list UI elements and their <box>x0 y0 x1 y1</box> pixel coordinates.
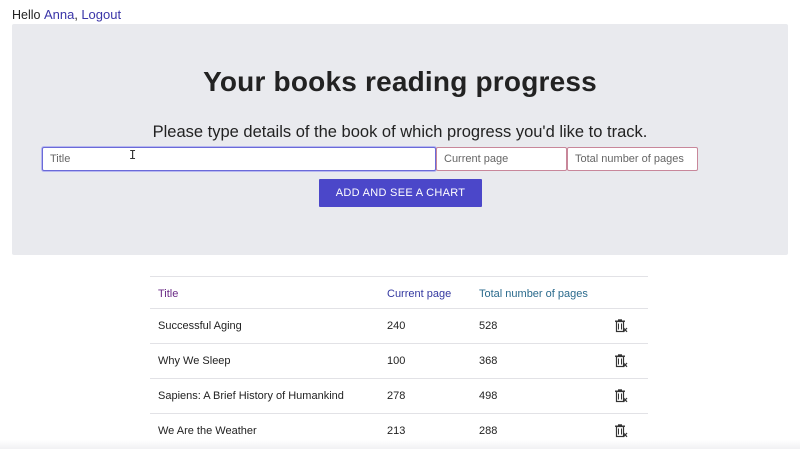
book-title-cell: Why We Sleep <box>158 355 231 367</box>
total-pages-cell: 368 <box>479 355 498 367</box>
books-table: Title Current page Total number of pages… <box>150 276 648 449</box>
trash-delete-icon[interactable] <box>614 354 628 368</box>
logout-link[interactable]: Logout <box>81 7 121 22</box>
current-page-placeholder: Current page <box>444 153 509 165</box>
title-placeholder: Title <box>50 153 71 165</box>
add-and-see-chart-button[interactable]: ADD AND SEE A CHART <box>319 179 482 207</box>
text-cursor-icon: I <box>129 148 137 162</box>
table-row: Why We Sleep 100 368 <box>150 343 648 379</box>
trash-delete-icon[interactable] <box>614 389 628 403</box>
current-page-cell: 278 <box>387 390 406 402</box>
trash-delete-icon[interactable] <box>614 424 628 438</box>
total-pages-placeholder: Total number of pages <box>575 153 684 165</box>
delete-cell <box>606 309 648 344</box>
column-header-current-page[interactable]: Current page <box>379 277 471 309</box>
table-row: Successful Aging 240 528 <box>150 308 648 344</box>
current-page-cell: 240 <box>387 320 406 332</box>
book-title-cell: Sapiens: A Brief History of Humankind <box>158 390 344 402</box>
bottom-edge <box>0 440 800 449</box>
table-row: Sapiens: A Brief History of Humankind 27… <box>150 378 648 414</box>
total-pages-input[interactable]: Total number of pages <box>567 147 698 171</box>
total-pages-cell: 528 <box>479 320 498 332</box>
current-page-input[interactable]: Current page <box>436 147 567 171</box>
table-header-row: Title Current page Total number of pages <box>150 276 648 309</box>
user-name-link[interactable]: Anna <box>44 7 74 22</box>
form-instructions: Please type details of the book of which… <box>152 123 648 141</box>
column-header-total-pages[interactable]: Total number of pages <box>471 277 606 309</box>
book-title-cell: Successful Aging <box>158 320 242 332</box>
greeting-text: Hello <box>12 8 41 22</box>
add-book-panel: Your books reading progress Please type … <box>12 24 788 255</box>
total-pages-cell: 498 <box>479 390 498 402</box>
column-header-actions <box>606 277 648 309</box>
current-page-cell: 100 <box>387 355 406 367</box>
user-bar: Hello Anna, Logout <box>12 7 121 22</box>
separator: , <box>74 8 78 22</box>
delete-cell <box>606 344 648 379</box>
page-title: Your books reading progress <box>203 66 597 97</box>
column-header-title[interactable]: Title <box>150 277 379 309</box>
title-input[interactable]: Title <box>42 147 436 171</box>
trash-delete-icon[interactable] <box>614 319 628 333</box>
delete-cell <box>606 379 648 414</box>
